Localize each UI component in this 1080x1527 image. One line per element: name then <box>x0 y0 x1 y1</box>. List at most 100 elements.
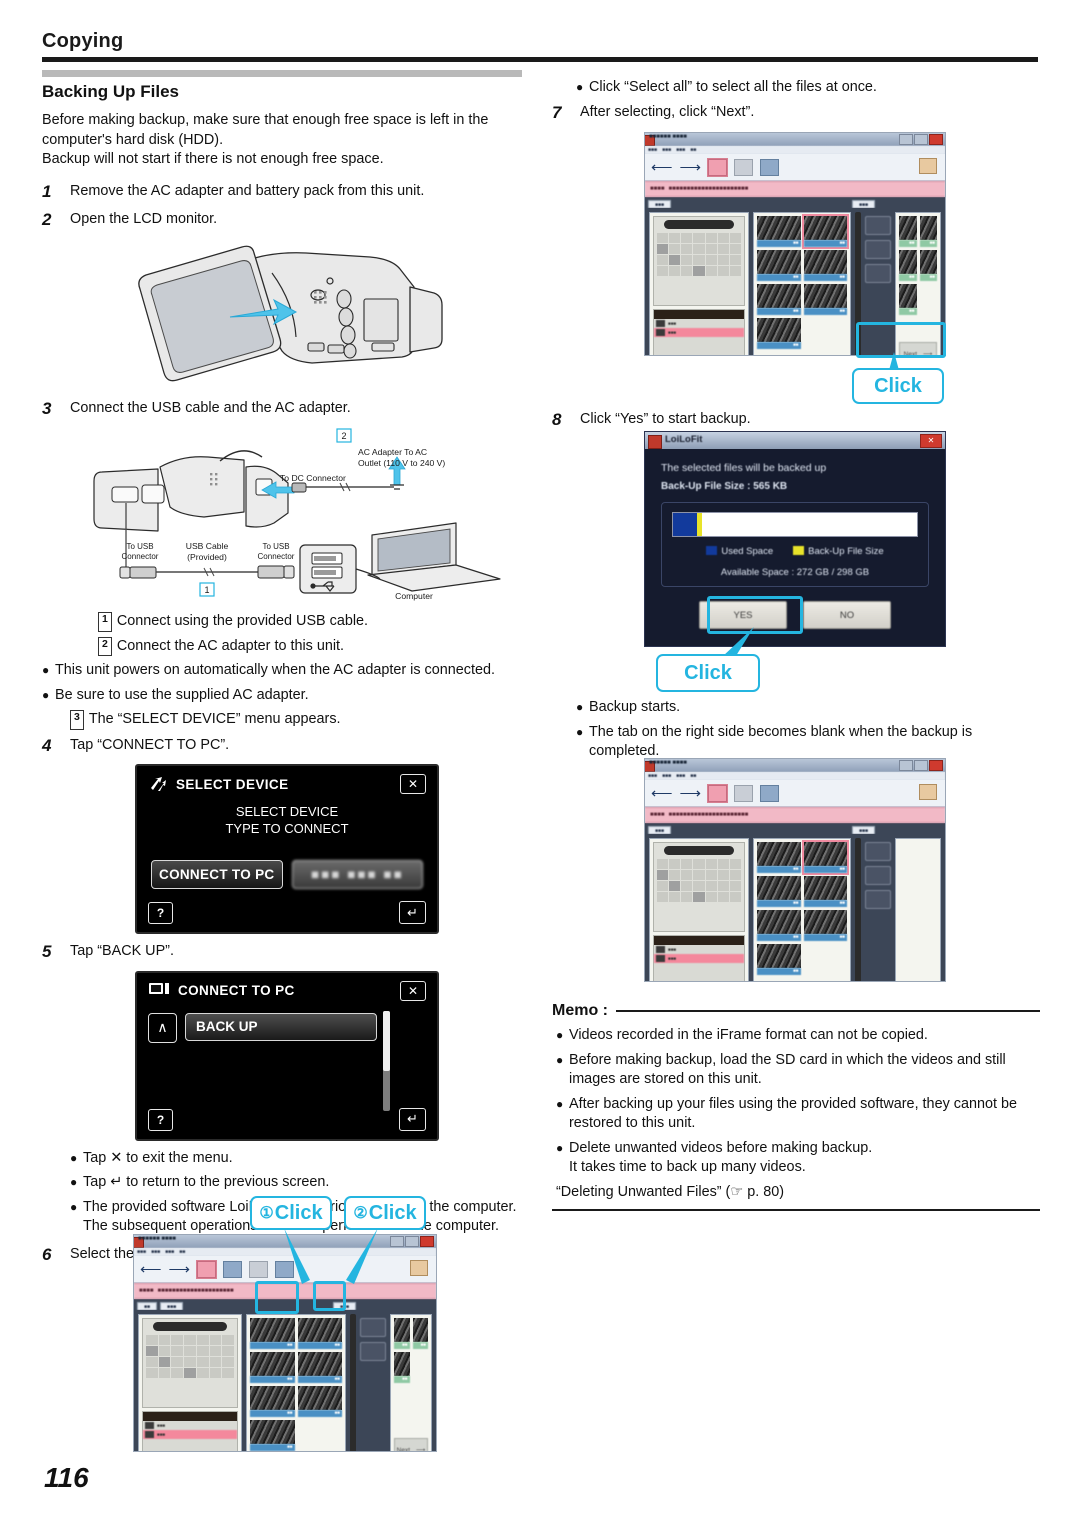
calendar-cell[interactable] <box>222 1335 234 1345</box>
calendar-month-header[interactable] <box>153 1322 227 1331</box>
thumbnail[interactable]: ■■ <box>899 284 917 315</box>
calendar-cell[interactable] <box>729 266 741 276</box>
menubar[interactable]: ■■■ ■■■ ■■■ ■■ <box>645 146 945 154</box>
back-icon[interactable]: ↵ <box>399 1107 426 1131</box>
notice-link[interactable]: ■■■■ <box>139 1288 154 1294</box>
notice-link[interactable]: ■■■■ <box>650 812 665 818</box>
close-button[interactable] <box>929 760 943 771</box>
back-icon[interactable]: ↵ <box>399 901 426 924</box>
calendar-cell[interactable] <box>146 1357 158 1367</box>
list-item[interactable]: ■■■ <box>143 1421 237 1430</box>
calendar-cell[interactable] <box>196 1357 209 1367</box>
search-tool-button[interactable] <box>734 158 754 176</box>
calendar-cell[interactable] <box>681 266 693 276</box>
calendar-grid[interactable] <box>143 1334 237 1379</box>
calendar-cell[interactable] <box>158 1335 171 1345</box>
calendar-cell[interactable] <box>705 244 717 254</box>
edit-tool-button[interactable] <box>223 1260 243 1278</box>
calendar-cell[interactable] <box>222 1346 234 1356</box>
back-arrow-icon[interactable]: ⟵ <box>140 1262 162 1277</box>
calendar-cell[interactable] <box>729 233 741 243</box>
next-button[interactable]: Next ⟶ <box>394 1438 428 1451</box>
calendar-cell[interactable] <box>669 255 681 265</box>
import-tool-button[interactable] <box>197 1260 217 1278</box>
add-file-button[interactable] <box>865 842 891 861</box>
calendar-cell[interactable] <box>657 255 669 265</box>
calendar-cell[interactable] <box>681 881 693 891</box>
calendar-cell[interactable] <box>717 859 729 869</box>
add-file-button[interactable] <box>865 216 891 235</box>
tab-library[interactable]: ■■■ <box>160 1302 184 1310</box>
calendar-cell[interactable] <box>693 881 705 891</box>
select-all-button[interactable] <box>865 264 891 283</box>
tab-device[interactable]: ■■■ <box>648 200 672 208</box>
thumbnail[interactable]: ■■ <box>757 216 801 247</box>
home-icon[interactable] <box>919 784 937 800</box>
memo-reference[interactable]: “Deleting Unwanted Files” (☞ p. 80) <box>552 1183 1040 1203</box>
calendar-cell[interactable] <box>171 1357 184 1367</box>
close-icon[interactable]: ✕ <box>400 980 426 1001</box>
calendar-cell[interactable] <box>693 255 705 265</box>
calendar-cell[interactable] <box>657 881 669 891</box>
calendar-cell[interactable] <box>681 255 693 265</box>
calendar-cell[interactable] <box>729 244 741 254</box>
thumbnail[interactable]: ■■ <box>803 250 847 281</box>
menubar[interactable]: ■■■ ■■■ ■■■ ■■ <box>645 772 945 780</box>
calendar-cell[interactable] <box>146 1335 158 1345</box>
thumbnail[interactable]: ■■ <box>394 1352 410 1383</box>
list-item[interactable]: ■■■ <box>654 319 744 328</box>
calendar-cell[interactable] <box>705 255 717 265</box>
calendar-cell[interactable] <box>693 266 705 276</box>
window-controls[interactable] <box>899 760 943 771</box>
thumbnail[interactable]: ■■ <box>297 1352 342 1383</box>
calendar-cell[interactable] <box>184 1368 196 1378</box>
maximize-button[interactable] <box>914 134 928 145</box>
back-up-menu-item[interactable]: BACK UP <box>185 1012 377 1041</box>
calendar-cell[interactable] <box>717 892 729 902</box>
calendar-cell[interactable] <box>184 1346 196 1356</box>
back-arrow-icon[interactable]: ⟵ <box>651 786 673 801</box>
tab-device[interactable]: ■■■ <box>648 826 672 834</box>
close-icon[interactable]: ✕ <box>400 774 426 794</box>
thumbnail[interactable]: ■■ <box>412 1318 428 1349</box>
calendar-cell[interactable] <box>705 859 717 869</box>
thumbnail[interactable]: ■■ <box>757 842 801 873</box>
calendar-cell[interactable] <box>184 1335 196 1345</box>
calendar-cell[interactable] <box>196 1346 209 1356</box>
list-item[interactable]: ■■■ <box>654 954 744 963</box>
calendar-cell[interactable] <box>657 233 669 243</box>
calendar-cell[interactable] <box>669 266 681 276</box>
forward-arrow-icon[interactable]: ⟶ <box>169 1262 191 1277</box>
calendar-cell[interactable] <box>657 870 669 880</box>
calendar-cell[interactable] <box>705 266 717 276</box>
calendar-widget[interactable] <box>142 1318 238 1408</box>
remove-file-button[interactable] <box>865 240 891 259</box>
calendar-cell[interactable] <box>693 244 705 254</box>
search-tool-button[interactable] <box>734 784 754 802</box>
thumbnail[interactable]: ■■ <box>394 1318 410 1349</box>
thumbnail[interactable]: ■■ <box>757 944 801 975</box>
calendar-cell[interactable] <box>705 233 717 243</box>
thumbnail[interactable]: ■■ <box>250 1318 295 1349</box>
calendar-cell[interactable] <box>705 881 717 891</box>
calendar-cell[interactable] <box>729 255 741 265</box>
tab-device[interactable]: ■■ <box>137 1302 158 1310</box>
calendar-cell[interactable] <box>705 870 717 880</box>
thumbnail[interactable]: ■■ <box>250 1386 295 1417</box>
forward-arrow-icon[interactable]: ⟶ <box>680 786 702 801</box>
calendar-cell[interactable] <box>717 870 729 880</box>
calendar-cell[interactable] <box>146 1368 158 1378</box>
thumbnail[interactable]: ■■ <box>899 216 917 247</box>
calendar-cell[interactable] <box>657 892 669 902</box>
calendar-cell[interactable] <box>171 1335 184 1345</box>
connect-to-pc-button[interactable]: CONNECT TO PC <box>151 860 283 889</box>
calendar-cell[interactable] <box>158 1368 171 1378</box>
calendar-cell[interactable] <box>209 1357 222 1367</box>
calendar-cell[interactable] <box>681 892 693 902</box>
thumbnail[interactable]: ■■ <box>803 284 847 315</box>
calendar-cell[interactable] <box>717 233 729 243</box>
no-button[interactable]: NO <box>803 601 891 629</box>
export-tool-button[interactable] <box>760 784 780 802</box>
calendar-cell[interactable] <box>209 1346 222 1356</box>
close-button[interactable]: ✕ <box>920 434 942 448</box>
